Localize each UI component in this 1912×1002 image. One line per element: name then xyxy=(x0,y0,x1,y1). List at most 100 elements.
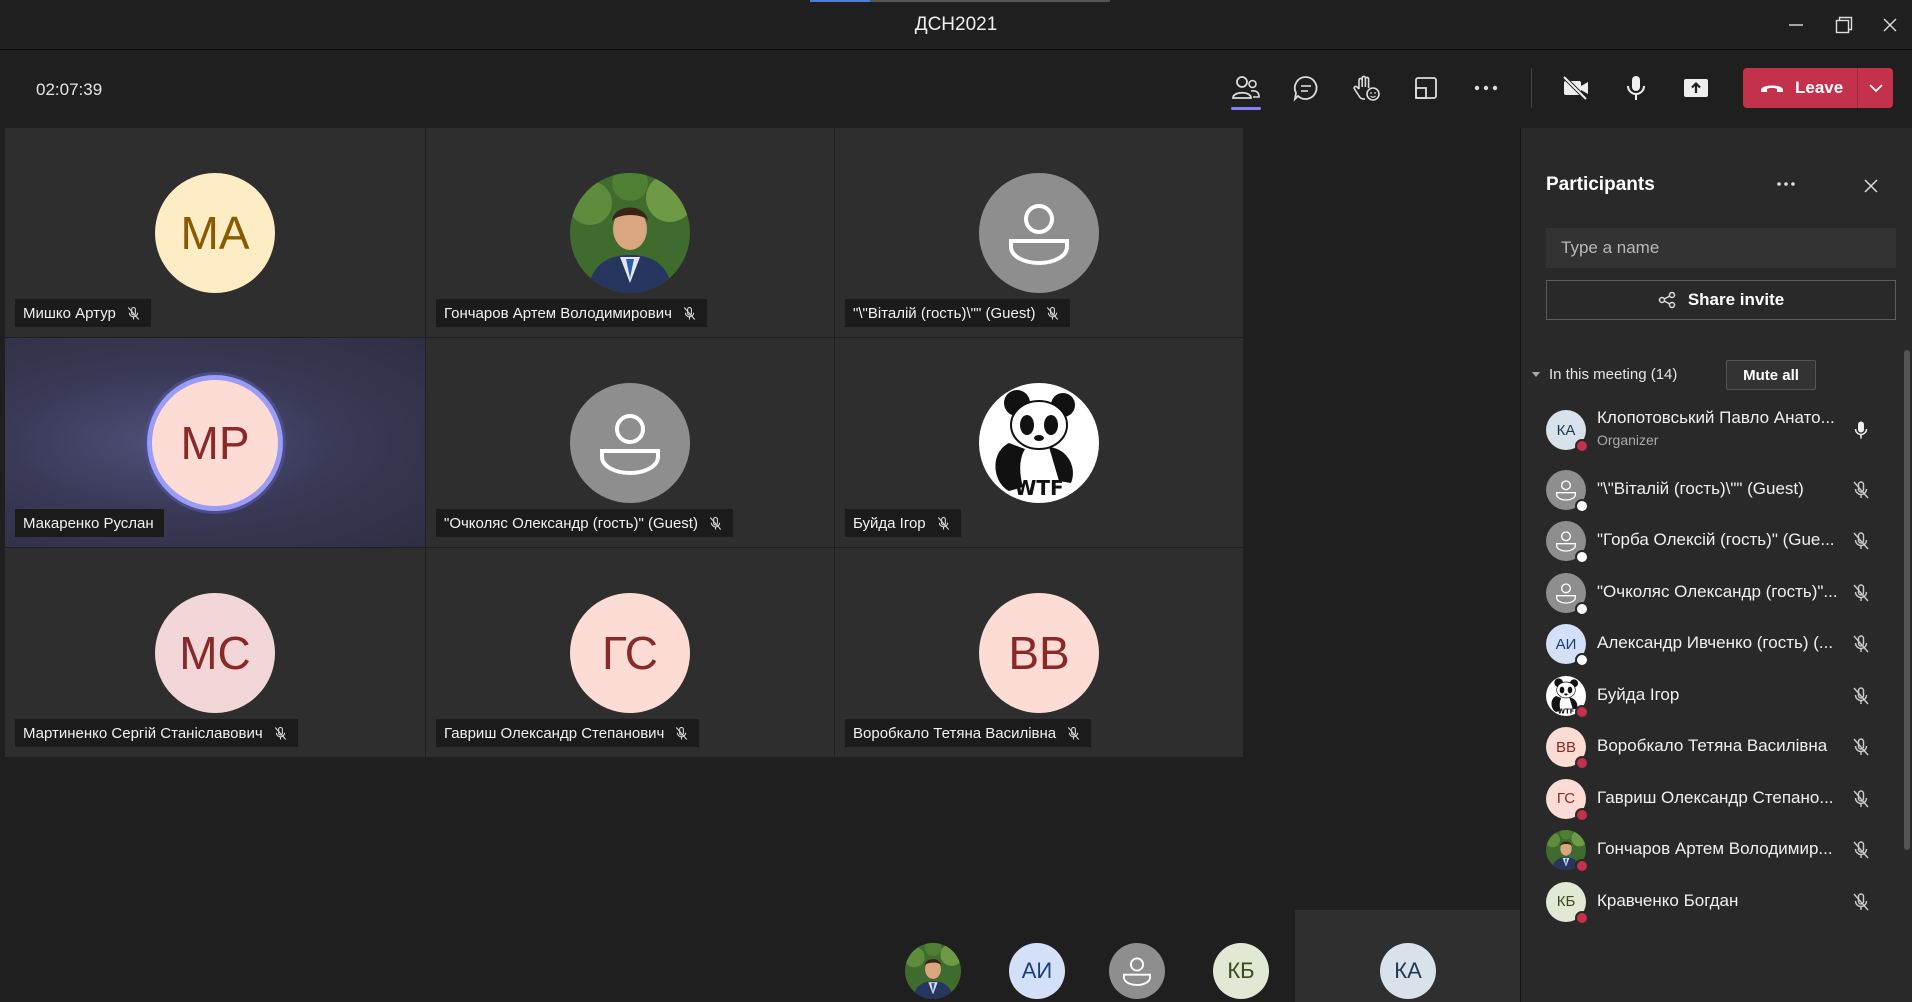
presence-status-indicator xyxy=(1575,910,1589,925)
mic-off-icon xyxy=(127,306,140,320)
participant-name-tag: Мартиненко Сергій Станіславович xyxy=(15,719,298,747)
participant-role: Organizer xyxy=(1597,432,1659,448)
participant-name: Гавриш Олександр Степанович xyxy=(444,724,665,742)
participant-name: Клопотовський Павло Анато... xyxy=(1597,408,1835,427)
leave-label: Leave xyxy=(1795,78,1844,97)
microphone-icon xyxy=(1627,76,1645,100)
mic-off-icon xyxy=(1047,306,1059,320)
panel-more-options-button[interactable] xyxy=(1771,172,1801,196)
participant-name: Гончаров Артем Володимир... xyxy=(1597,839,1833,858)
participant-name: Мартиненко Сергій Станіславович xyxy=(23,724,263,742)
mic-off-icon xyxy=(683,306,696,320)
mic-off-icon xyxy=(1853,738,1869,756)
mic-off-icon xyxy=(274,726,286,740)
hand-reaction-icon xyxy=(1353,75,1380,101)
mute-all-button[interactable]: Mute all xyxy=(1726,360,1816,390)
view-mode-button[interactable] xyxy=(1403,68,1449,108)
maximize-button[interactable] xyxy=(1824,10,1864,40)
mic-off-icon xyxy=(1853,789,1869,807)
video-tile[interactable]: "\"Віталій (гость)\"" (Guest) xyxy=(835,128,1243,337)
video-tile[interactable]: "Очколяс Олександр (гость)" (Guest) xyxy=(426,338,834,547)
leave-options-dropdown[interactable] xyxy=(1858,68,1893,108)
participant-avatar xyxy=(979,172,1099,293)
video-tile[interactable]: WTF Буйда Ігор xyxy=(835,338,1243,547)
participant-avatar: АИ xyxy=(1546,624,1589,667)
mic-muted-indicator[interactable] xyxy=(1851,789,1871,809)
video-tile[interactable]: ГС Гавриш Олександр Степанович xyxy=(426,548,834,757)
strip-participant-avatar[interactable] xyxy=(905,943,961,999)
profile-photo xyxy=(905,943,961,999)
mic-on-indicator[interactable] xyxy=(1851,420,1871,440)
video-tile[interactable]: BB Воробкало Тетяна Василівна xyxy=(835,548,1243,757)
video-tile[interactable]: MC Мартиненко Сергій Станіславович xyxy=(5,548,425,757)
strip-participant-avatar[interactable] xyxy=(1109,943,1165,999)
participant-name: Воробкало Тетяна Василівна xyxy=(853,724,1057,742)
screen-layout-icon xyxy=(1415,77,1437,99)
mic-muted-indicator[interactable] xyxy=(1851,686,1871,706)
participant-name-tag: "Очколяс Олександр (гость)" (Guest) xyxy=(436,509,733,537)
leave-button[interactable]: Leave xyxy=(1743,68,1857,108)
video-tile[interactable]: MA Мишко Артур xyxy=(5,128,425,337)
avatar-initials: КА xyxy=(1394,958,1422,983)
share-content-button[interactable] xyxy=(1673,68,1719,108)
participant-avatar xyxy=(1546,830,1589,873)
loading-progress-bar xyxy=(810,0,1110,2)
mic-muted-indicator xyxy=(682,306,697,321)
mic-muted-indicator[interactable] xyxy=(1851,737,1871,757)
participant-name: Макаренко Руслан xyxy=(23,514,154,532)
participant-name-tag: "\"Віталій (гость)\"" (Guest) xyxy=(845,299,1071,327)
participant-avatar: ГС xyxy=(1546,778,1589,822)
mic-muted-indicator[interactable] xyxy=(1851,892,1871,912)
restore-icon xyxy=(1835,16,1853,34)
avatar-initials: КБ xyxy=(1227,958,1255,983)
microphone-icon xyxy=(1854,421,1868,439)
strip-participant-avatar[interactable]: КА xyxy=(1380,943,1436,999)
mic-muted-indicator xyxy=(1066,726,1081,741)
mic-muted-indicator[interactable] xyxy=(1851,480,1871,500)
participant-list-item[interactable]: КА Клопотовський Павло Анато... Organizer xyxy=(1521,398,1891,460)
mic-muted-indicator[interactable] xyxy=(1851,583,1871,603)
participant-list-item[interactable]: КБ Кравченко Богдан xyxy=(1521,870,1891,932)
show-participants-button[interactable] xyxy=(1223,68,1269,110)
toolbar-divider xyxy=(1531,68,1532,108)
participant-list: КА Клопотовський Павло Анато... Organizer "… xyxy=(1521,398,1891,1002)
mic-muted-indicator[interactable] xyxy=(1851,531,1871,551)
minimize-button[interactable] xyxy=(1776,10,1816,40)
share-screen-icon xyxy=(1684,79,1708,97)
camera-off-icon xyxy=(1562,75,1588,101)
video-tile[interactable]: Гончаров Артем Володимирович xyxy=(426,128,834,337)
strip-participant-avatar[interactable]: АИ xyxy=(1009,943,1065,999)
window-title: ДСН2021 xyxy=(914,14,998,35)
mic-off-icon xyxy=(1068,726,1080,740)
meeting-toolbar: 02:07:39 Leave xyxy=(0,50,1912,127)
close-panel-button[interactable] xyxy=(1858,173,1884,199)
panda-logo-avatar: WTF xyxy=(979,382,1099,503)
participant-avatar: BB xyxy=(979,592,1099,713)
in-meeting-section-toggle[interactable]: In this meeting (14) xyxy=(1531,366,1677,383)
more-actions-button[interactable] xyxy=(1463,68,1509,108)
avatar-initials: MA xyxy=(180,206,250,259)
participant-search-input[interactable] xyxy=(1546,228,1896,268)
people-icon xyxy=(1232,76,1260,99)
video-tile[interactable]: MP Макаренко Руслан xyxy=(5,338,425,547)
mic-muted-indicator[interactable] xyxy=(1851,840,1871,860)
mic-off-icon xyxy=(1853,532,1869,550)
leave-button-group: Leave xyxy=(1743,68,1893,108)
show-conversation-button[interactable] xyxy=(1283,68,1329,108)
participant-avatar: WTF xyxy=(1546,675,1589,719)
raise-hand-button[interactable] xyxy=(1343,68,1389,108)
strip-participant-avatar[interactable]: КБ xyxy=(1213,943,1269,999)
share-invite-button[interactable]: Share invite xyxy=(1546,280,1896,320)
participant-name-tag: Макаренко Руслан xyxy=(15,509,164,537)
participant-list-scrollbar[interactable] xyxy=(1904,350,1910,850)
camera-toggle-button[interactable] xyxy=(1553,68,1599,108)
participant-name-tag: Воробкало Тетяна Василівна xyxy=(845,719,1092,747)
close-window-button[interactable] xyxy=(1870,10,1910,40)
more-horizontal-icon xyxy=(1777,182,1795,186)
participant-name: Мишко Артур xyxy=(23,304,116,322)
avatar-initials: BB xyxy=(1555,738,1576,756)
avatar-initials: BB xyxy=(1008,626,1070,679)
microphone-toggle-button[interactable] xyxy=(1613,68,1659,108)
mic-muted-indicator xyxy=(273,726,288,741)
mic-muted-indicator[interactable] xyxy=(1851,634,1871,654)
